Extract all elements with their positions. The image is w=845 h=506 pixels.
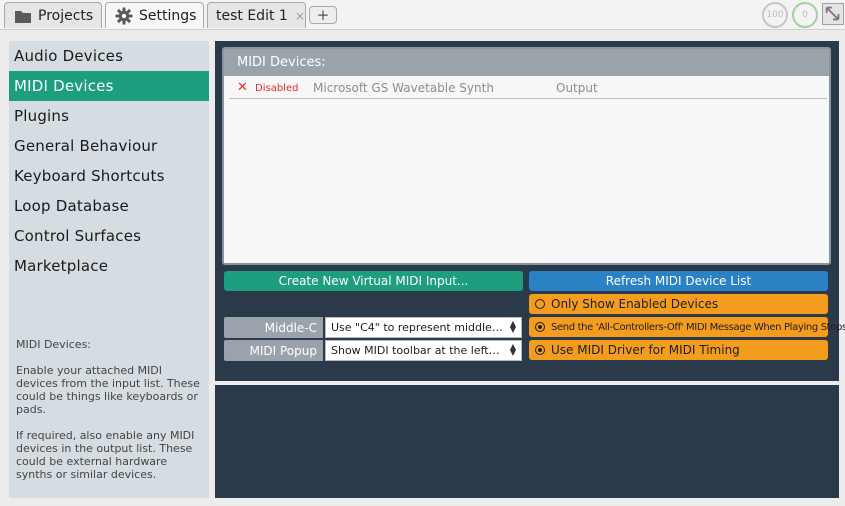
updown-arrow-icon: ▲ ▼ [509,319,516,334]
device-name: Microsoft GS Wavetable Synth [313,81,494,95]
help-text: MIDI Devices: Enable your attached MIDI … [16,338,206,494]
device-status: Disabled [255,83,299,94]
device-type: Output [556,81,598,95]
radio-on-icon [535,322,545,332]
sidebar-item-midi-devices[interactable]: MIDI Devices [9,71,209,101]
midi-device-list: MIDI Devices: ✕ Disabled Microsoft GS Wa… [222,47,831,265]
cpu-meter: 100 [762,2,788,28]
radio-off-icon [535,299,545,309]
app-window: Projects Settings test Edit 1 × + 100 0 … [0,0,845,506]
tab-settings[interactable]: Settings [105,2,204,28]
sidebar-item-general-behaviour[interactable]: General Behaviour [9,131,209,161]
disabled-x-icon[interactable]: ✕ [237,80,248,95]
updown-arrow-icon: ▲ ▼ [509,342,516,357]
tab-label: Projects [38,7,94,24]
row-divider [229,98,827,99]
option-all-controllers-off[interactable]: Send the 'All-Controllers-Off' MIDI Mess… [529,317,845,337]
option-label: Only Show Enabled Devices [551,297,719,311]
option-only-show-enabled[interactable]: Only Show Enabled Devices [529,294,828,314]
tab-projects[interactable]: Projects [4,2,102,28]
sidebar-item-keyboard-shortcuts[interactable]: Keyboard Shortcuts [9,161,209,191]
sidebar-item-audio-devices[interactable]: Audio Devices [9,41,209,71]
empty-bottom-panel [215,385,839,498]
cpu-meter-value: 100 [766,10,784,20]
sidebar-item-control-surfaces[interactable]: Control Surfaces [9,221,209,251]
refresh-midi-device-list-button[interactable]: Refresh MIDI Device List [529,271,828,291]
sidebar-item-loop-database[interactable]: Loop Database [9,191,209,221]
sidebar-item-marketplace[interactable]: Marketplace [9,251,209,281]
create-virtual-midi-input-button[interactable]: Create New Virtual MIDI Input... [224,271,523,291]
midi-popup-label: MIDI Popup [224,340,323,361]
device-list-header: MIDI Devices: [224,49,829,76]
tab-label: test Edit 1 [216,7,288,24]
tab-label: Settings [139,7,197,24]
close-icon[interactable]: × [295,9,305,23]
level-meter-value: 0 [802,10,808,20]
tab-test-edit-1[interactable]: test Edit 1 × [207,2,306,28]
expand-icon[interactable] [822,3,844,25]
level-meter: 0 [792,2,818,28]
middle-c-select[interactable]: Use "C4" to represent middle-C ▲ ▼ [325,317,522,338]
table-row[interactable]: ✕ Disabled Microsoft GS Wavetable Synth … [224,77,830,99]
folder-icon [14,7,32,25]
tab-bar: Projects Settings test Edit 1 × + 100 0 [0,0,845,30]
add-tab-button[interactable]: + [309,6,337,24]
option-use-midi-driver-timing[interactable]: Use MIDI Driver for MIDI Timing [529,340,828,360]
gear-icon [115,7,133,25]
help-title: MIDI Devices: [16,338,92,351]
sidebar-item-plugins[interactable]: Plugins [9,101,209,131]
select-value: Show MIDI toolbar at the left of the... [331,344,503,357]
help-paragraph: If required, also enable any MIDI device… [16,429,195,481]
help-paragraph: Enable your attached MIDI devices from t… [16,364,200,416]
option-label: Use MIDI Driver for MIDI Timing [551,343,740,357]
select-value: Use "C4" to represent middle-C [331,321,503,334]
middle-c-label: Middle-C [224,317,323,338]
midi-popup-select[interactable]: Show MIDI toolbar at the left of the... … [325,340,522,361]
radio-on-icon [535,345,545,355]
midi-settings-panel: MIDI Devices: ✕ Disabled Microsoft GS Wa… [215,41,845,381]
settings-sidebar: Audio Devices MIDI Devices Plugins Gener… [9,41,209,498]
option-label: Send the 'All-Controllers-Off' MIDI Mess… [551,321,845,333]
